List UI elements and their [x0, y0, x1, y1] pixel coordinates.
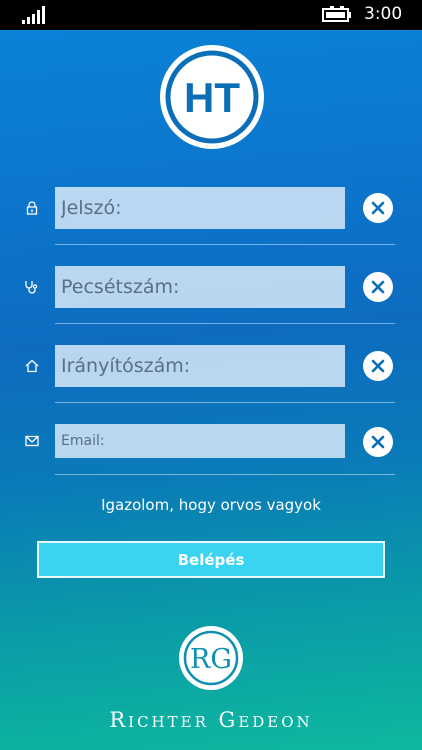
divider — [55, 474, 395, 475]
email-field[interactable] — [55, 424, 345, 458]
brand-monogram: RG — [190, 644, 232, 675]
divider — [55, 323, 395, 324]
postal-code-clear-button[interactable] — [363, 351, 393, 381]
close-icon — [371, 201, 385, 215]
divider — [55, 244, 395, 245]
app-logo: HT — [160, 45, 264, 149]
home-icon — [25, 359, 39, 373]
password-field[interactable] — [55, 187, 345, 229]
signal-bars-icon — [22, 6, 45, 24]
close-icon — [371, 435, 385, 449]
lock-icon — [26, 201, 38, 215]
brand-name: Richter Gedeon — [109, 708, 313, 732]
stamp-number-field[interactable] — [55, 266, 345, 308]
status-time: 3:00 — [364, 4, 403, 24]
divider — [55, 402, 395, 403]
close-icon — [371, 280, 385, 294]
password-clear-button[interactable] — [363, 193, 393, 223]
status-bar: 3:00 — [0, 0, 422, 30]
postal-code-field[interactable] — [55, 345, 345, 387]
app-logo-text: HT — [184, 74, 240, 121]
brand-logo: RG — [179, 626, 243, 690]
battery-charging-icon — [322, 6, 351, 22]
doctor-verification-link[interactable]: Igazolom, hogy orvos vagyok — [0, 496, 422, 514]
mail-icon — [25, 435, 39, 447]
email-clear-button[interactable] — [363, 427, 393, 457]
stamp-number-clear-button[interactable] — [363, 272, 393, 302]
login-button[interactable]: Belépés — [37, 541, 385, 578]
stethoscope-icon — [25, 281, 38, 294]
close-icon — [371, 359, 385, 373]
